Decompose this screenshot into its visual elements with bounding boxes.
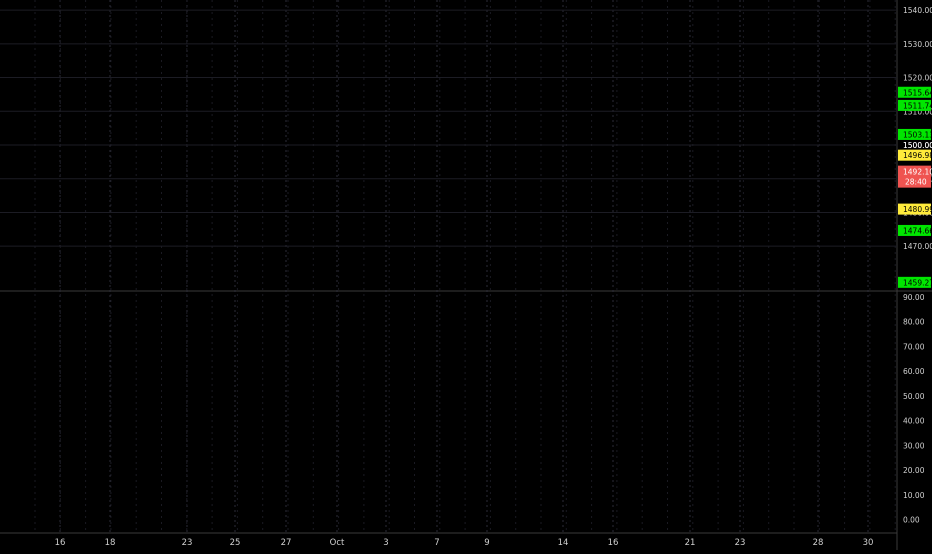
osc-tick-label: 0.00 xyxy=(903,516,920,525)
x-tick-label: 16 xyxy=(608,538,619,548)
price-level-label: 1480.99 xyxy=(903,205,932,214)
osc-tick-label: 60.00 xyxy=(903,367,925,376)
x-tick-label: 16 xyxy=(55,538,66,548)
x-tick-label: 30 xyxy=(863,538,874,548)
osc-tick-label: 80.00 xyxy=(903,318,925,327)
osc-tick-label: 90.00 xyxy=(903,293,925,302)
x-tick-label: 25 xyxy=(230,538,241,548)
price-level-label: 1459.27 xyxy=(903,278,932,287)
chart-stage: E$E$E 1618232527Oct3791416212328301540.0… xyxy=(0,0,932,550)
price-tick-label: 1540.00 xyxy=(903,6,932,15)
x-tick-label: 3 xyxy=(383,538,388,548)
price-tick-label: 1530.00 xyxy=(903,40,932,49)
price-level-label: 1474.66 xyxy=(903,226,932,235)
axes: 16 18 23 25 27 Oct 3 7 9 14 16 21 23 28 30 1540.00 1530.… xyxy=(0,0,932,550)
x-tick-label: 28 xyxy=(813,538,824,548)
x-tick-label: Oct xyxy=(330,538,345,548)
x-tick-label: 21 xyxy=(685,538,696,548)
price-tick-label: 1520.00 xyxy=(903,74,932,83)
x-tick-label: 9 xyxy=(484,538,489,548)
x-tick-label: 14 xyxy=(558,538,569,548)
countdown-label: 28:40 xyxy=(905,178,927,187)
price-level-label: 1503.13 xyxy=(903,130,932,139)
x-tick-label: 7 xyxy=(434,538,439,548)
osc-tick-label: 10.00 xyxy=(903,491,925,500)
price-level-label: 1496.98 xyxy=(903,151,932,160)
x-tick-label: 23 xyxy=(182,538,193,548)
osc-tick-label: 70.00 xyxy=(903,342,925,351)
x-tick-label: 18 xyxy=(105,538,116,548)
osc-tick-label: 40.00 xyxy=(903,417,925,426)
osc-tick-label: 30.00 xyxy=(903,441,925,450)
x-tick-label: 27 xyxy=(281,538,292,548)
osc-tick-label: 20.00 xyxy=(903,466,925,475)
osc-tick-label: 50.00 xyxy=(903,392,925,401)
price-level-label: 1511.74 xyxy=(903,101,932,110)
last-price-label: 1492.10 xyxy=(903,168,932,177)
x-tick-label: 23 xyxy=(735,538,746,548)
trading-chart[interactable]: E$E$E 1618232527Oct3791416212328301540.0… xyxy=(0,0,932,550)
price-tick-label: 1470.00 xyxy=(903,242,932,251)
price-level-label: 1515.64 xyxy=(903,88,932,97)
background xyxy=(0,0,932,550)
price-level-label: 1500.00 xyxy=(903,141,932,150)
